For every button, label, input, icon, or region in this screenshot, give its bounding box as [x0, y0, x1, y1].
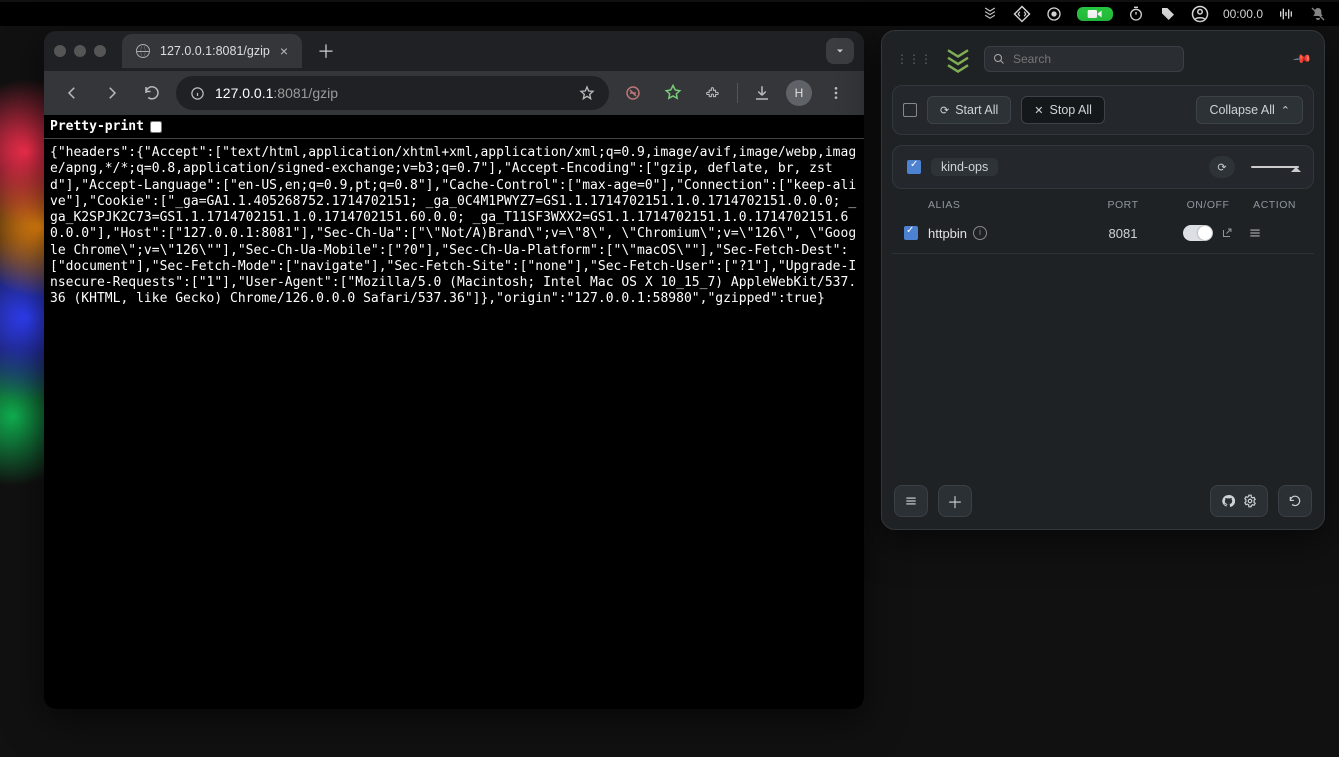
window-traffic-lights[interactable]: [54, 45, 106, 57]
service-checkbox[interactable]: [904, 226, 918, 240]
tab-close-icon[interactable]: ×: [280, 43, 288, 59]
url-path-text: :8081/gzip: [273, 85, 338, 101]
audio-bars-icon[interactable]: [1277, 5, 1295, 23]
search-field[interactable]: [984, 46, 1184, 72]
panel-controls-row: ⟳ Start All ✕ Stop All Collapse All ⌃: [892, 85, 1314, 135]
mac-menubar: 00:00.0: [0, 2, 1339, 26]
start-all-label: Start All: [955, 103, 998, 117]
notifications-muted-icon[interactable]: [1309, 5, 1327, 23]
record-circle-icon[interactable]: [1045, 5, 1063, 23]
x-icon: ✕: [1034, 104, 1043, 117]
search-icon: [993, 53, 1005, 65]
tabs-dropdown-button[interactable]: [826, 38, 854, 64]
reload-button[interactable]: [136, 77, 168, 109]
url-host-text: 127.0.0.1: [215, 85, 273, 101]
menubar-app-icon[interactable]: [981, 5, 999, 23]
timer-icon[interactable]: [1127, 5, 1145, 23]
globe-icon: [136, 44, 150, 58]
window-min-dot[interactable]: [74, 45, 86, 57]
stop-all-button[interactable]: ✕ Stop All: [1021, 96, 1105, 124]
group-refresh-button[interactable]: ⟳: [1209, 156, 1235, 178]
footer-menu-button[interactable]: [894, 485, 928, 517]
service-alias: httpbin: [928, 226, 967, 241]
open-external-icon[interactable]: [1221, 227, 1233, 239]
browser-menu-icon[interactable]: [820, 77, 852, 109]
extension-icon-2[interactable]: [657, 77, 689, 109]
stop-all-label: Stop All: [1050, 103, 1092, 117]
service-row: httpbin i 8081: [892, 217, 1314, 254]
forward-button[interactable]: [96, 77, 128, 109]
service-toggle[interactable]: [1183, 225, 1213, 241]
window-close-dot[interactable]: [54, 45, 66, 57]
select-all-checkbox[interactable]: [903, 103, 917, 117]
pin-icon[interactable]: 📌: [1292, 49, 1312, 69]
search-input[interactable]: [1013, 52, 1175, 66]
group-collapse-toggle[interactable]: [1251, 166, 1299, 168]
address-bar[interactable]: 127.0.0.1:8081/gzip: [176, 76, 609, 110]
service-port: 8081: [1078, 226, 1168, 241]
info-icon[interactable]: i: [973, 226, 987, 240]
service-action-menu[interactable]: [1248, 226, 1302, 240]
footer-refresh-button[interactable]: [1278, 485, 1312, 517]
response-body: {"headers":{"Accept":["text/html,applica…: [44, 139, 864, 709]
start-all-button[interactable]: ⟳ Start All: [927, 96, 1011, 124]
extensions-puzzle-icon[interactable]: [697, 77, 729, 109]
pretty-print-bar: Pretty-print: [44, 115, 864, 139]
browser-tabbar: 127.0.0.1:8081/gzip × ＋: [44, 31, 864, 71]
group-checkbox[interactable]: ✓: [907, 160, 921, 174]
window-max-dot[interactable]: [94, 45, 106, 57]
bookmark-star-icon[interactable]: [579, 85, 595, 101]
browser-toolbar: 127.0.0.1:8081/gzip H: [44, 71, 864, 115]
pretty-print-checkbox[interactable]: [150, 121, 162, 133]
refresh-icon: ⟳: [940, 104, 949, 117]
back-button[interactable]: [56, 77, 88, 109]
cluster-group-row[interactable]: ✓ kind-ops ⟳: [892, 145, 1314, 189]
screen-record-active-icon[interactable]: [1077, 7, 1113, 21]
drag-grip-icon[interactable]: ⋮⋮⋮: [896, 52, 932, 66]
collapse-all-label: Collapse All: [1209, 103, 1274, 117]
profile-avatar[interactable]: H: [786, 80, 812, 106]
footer-add-button[interactable]: ＋: [938, 485, 972, 517]
kube-forward-panel: ⋮⋮⋮ 📌 ⟳ Start All ✕ Stop All Collapse Al…: [881, 30, 1325, 530]
panel-header: ⋮⋮⋮ 📌: [892, 41, 1314, 85]
tag-icon[interactable]: [1159, 5, 1177, 23]
panel-logo-icon: [942, 43, 974, 75]
header-action: ACTION: [1248, 199, 1302, 211]
service-table-header: ALIAS PORT ON/OFF ACTION: [892, 189, 1314, 217]
header-onoff: ON/OFF: [1168, 199, 1248, 211]
tab-title: 127.0.0.1:8081/gzip: [160, 44, 270, 58]
pretty-print-label: Pretty-print: [50, 119, 144, 134]
new-tab-button[interactable]: ＋: [312, 37, 340, 65]
chevron-up-icon: ⌃: [1281, 104, 1290, 117]
github-icon: [1221, 494, 1235, 508]
browser-tab[interactable]: 127.0.0.1:8081/gzip ×: [122, 34, 302, 68]
gear-icon: [1243, 494, 1257, 508]
downloads-icon[interactable]: [746, 77, 778, 109]
user-circle-icon[interactable]: [1191, 5, 1209, 23]
cluster-name-chip: kind-ops: [931, 158, 998, 176]
site-info-icon[interactable]: [190, 86, 205, 101]
footer-github-settings[interactable]: [1210, 485, 1268, 517]
header-port: PORT: [1078, 199, 1168, 211]
browser-window: 127.0.0.1:8081/gzip × ＋ 127.0.0.1:8081/g…: [44, 31, 864, 709]
panel-footer: ＋: [892, 479, 1314, 519]
menubar-timer-text: 00:00.0: [1223, 7, 1263, 21]
extension-icon-1[interactable]: [617, 77, 649, 109]
header-alias: ALIAS: [928, 199, 1078, 211]
code-icon[interactable]: [1013, 5, 1031, 23]
collapse-all-button[interactable]: Collapse All ⌃: [1196, 96, 1303, 124]
